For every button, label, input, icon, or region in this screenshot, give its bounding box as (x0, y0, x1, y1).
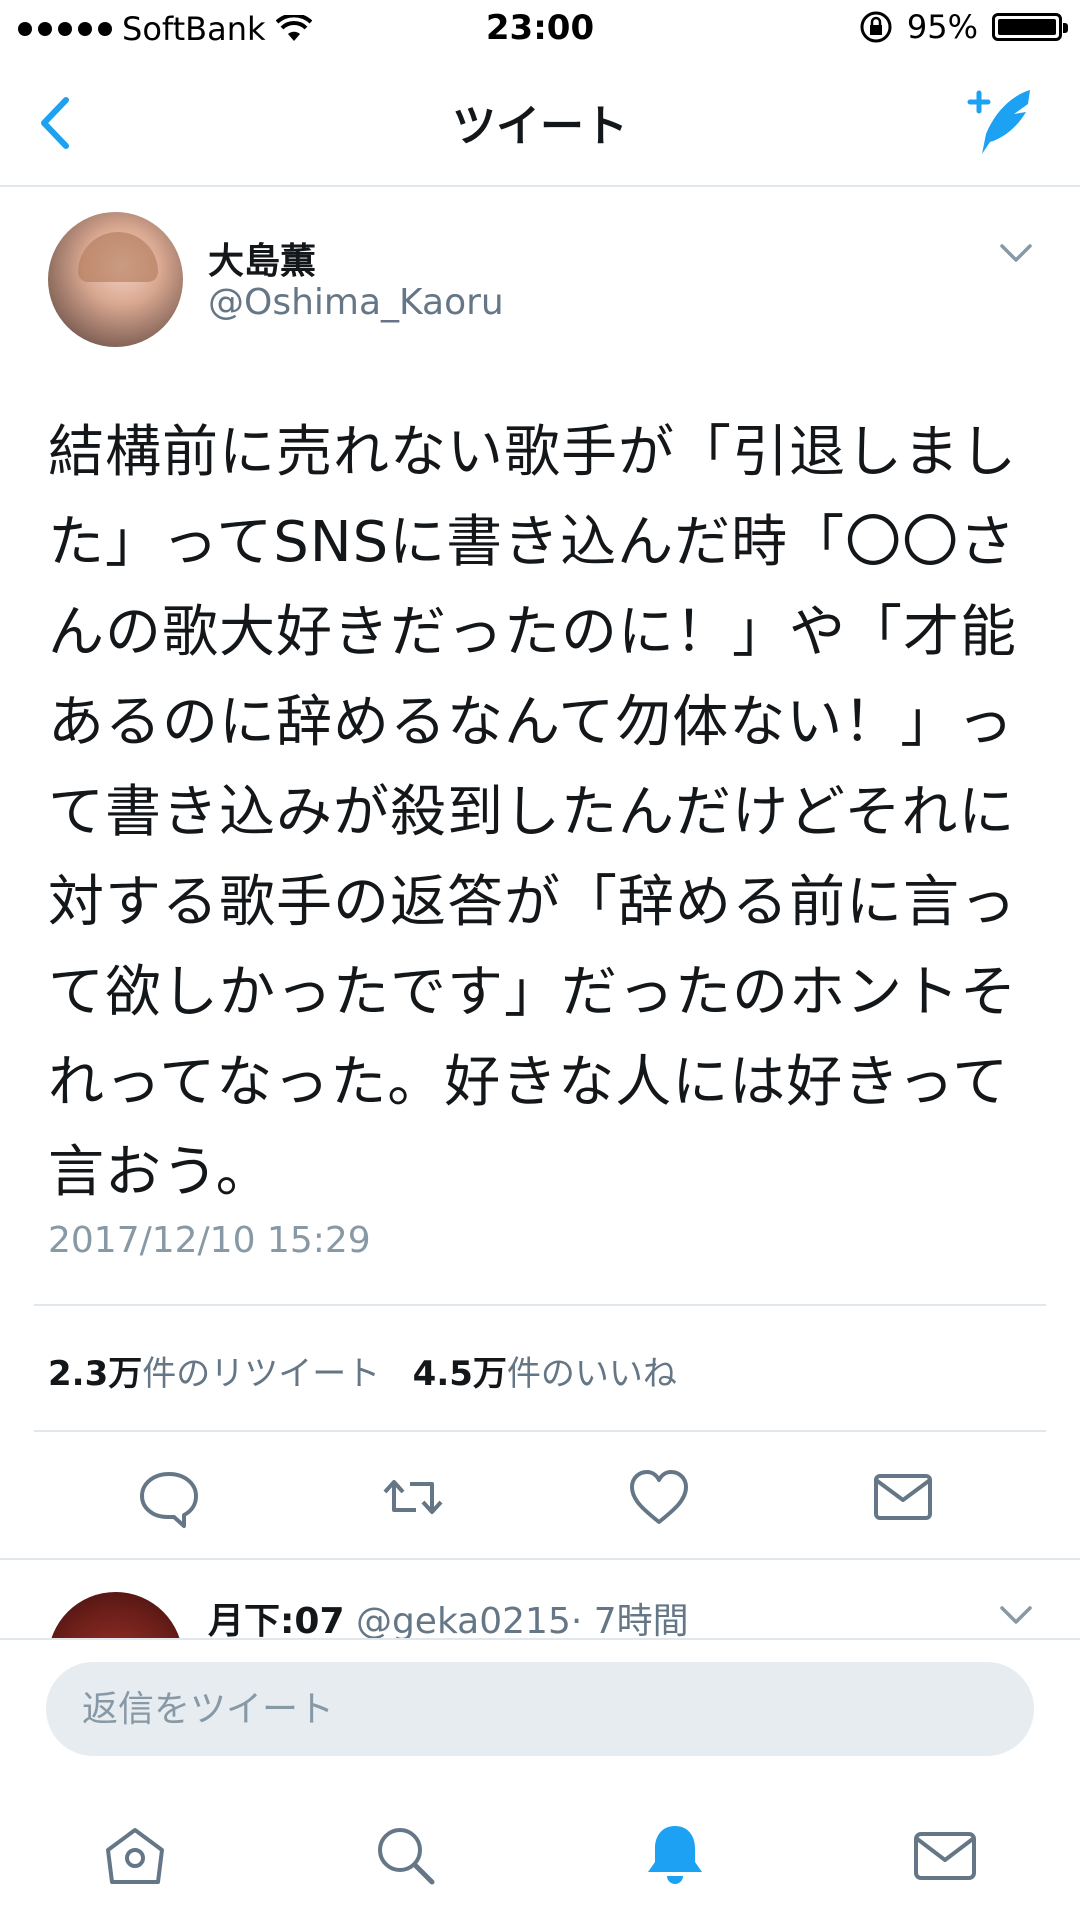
rotation-lock-icon (860, 11, 892, 43)
author-name[interactable]: 大島薫 (208, 232, 316, 284)
like-label: 件のいいね (506, 1354, 677, 1394)
reply-time: · 7時間 (570, 1601, 689, 1642)
notifications-bell-icon[interactable] (640, 1820, 710, 1890)
tweet-text: 結構前に売れない歌手が「引退しました」ってSNSに書き込んだ時「〇〇さんの歌大好… (48, 420, 1017, 1205)
tweet-timestamp: 2017/12/10 15:29 (48, 1220, 371, 1261)
like-count: 4.5万 (412, 1354, 507, 1394)
retweet-stat[interactable]: 2.3万件のリツイート (48, 1354, 380, 1394)
home-icon[interactable] (100, 1820, 170, 1890)
battery-icon (992, 13, 1068, 41)
reply-icon[interactable] (134, 1462, 204, 1532)
author-avatar[interactable] (48, 212, 183, 347)
retweet-count: 2.3万 (48, 1354, 143, 1394)
messages-mail-icon[interactable] (910, 1820, 980, 1890)
divider (34, 1304, 1046, 1306)
page-title: ツイート (452, 101, 628, 152)
reply-author-name: 月下:07 (208, 1601, 345, 1642)
reply-input[interactable] (46, 1662, 1034, 1756)
divider (34, 1430, 1046, 1432)
like-heart-icon[interactable] (624, 1462, 694, 1532)
retweet-icon[interactable] (378, 1462, 448, 1532)
compose-tweet-icon[interactable] (960, 82, 1040, 162)
navigation-bar: ツイート (0, 60, 1080, 187)
tweet-stats: 2.3万件のリツイート 4.5万件のいいね (48, 1346, 677, 1395)
chevron-down-icon[interactable] (996, 1600, 1036, 1630)
reply-header[interactable]: 月下:07 @geka0215· 7時間 (208, 1592, 689, 1644)
chevron-down-icon[interactable] (996, 238, 1036, 268)
like-stat[interactable]: 4.5万件のいいね (413, 1354, 677, 1394)
status-right: 95% (859, 8, 1068, 46)
reply-author-handle: @geka0215 (355, 1601, 571, 1642)
divider (0, 1638, 1080, 1640)
retweet-label: 件のリツイート (142, 1354, 381, 1394)
share-mail-icon[interactable] (868, 1462, 938, 1532)
status-bar: SoftBank 23:00 95% (0, 0, 1080, 60)
search-icon[interactable] (370, 1820, 440, 1890)
battery-percent: 95% (906, 8, 978, 46)
author-handle[interactable]: @Oshima_Kaoru (208, 282, 504, 323)
divider (0, 1558, 1080, 1560)
